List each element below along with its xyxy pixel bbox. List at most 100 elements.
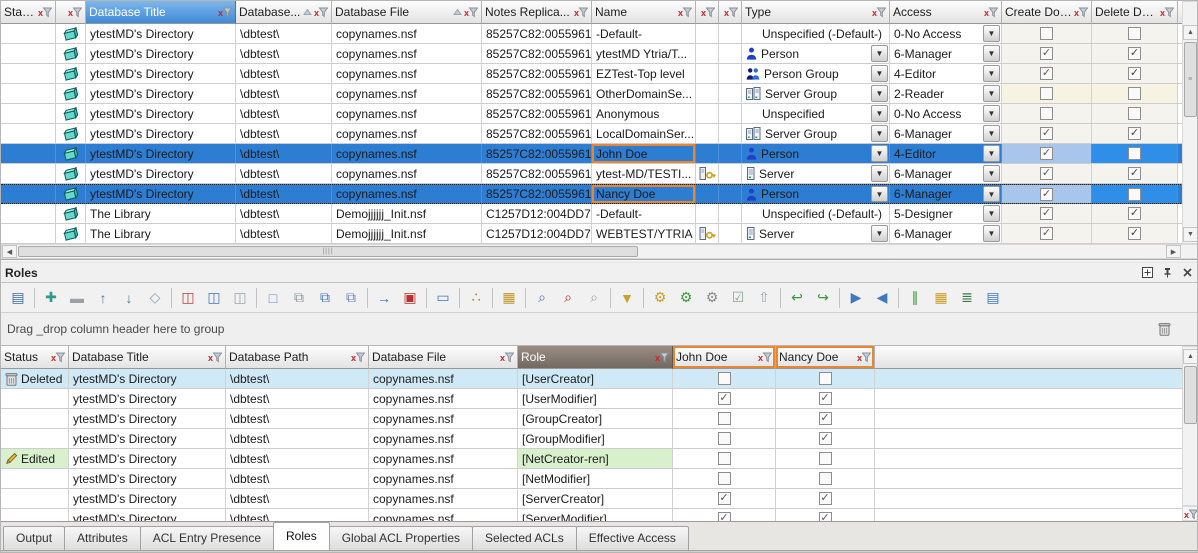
roles-header-status[interactable]: Statusx [1, 346, 69, 369]
table-row[interactable]: EditedytestMD's Directory\dbtest\copynam… [1, 449, 1183, 469]
table-row[interactable]: ytestMD's Directory\dbtest\copynames.nsf… [1, 389, 1183, 409]
columns-green-icon[interactable]: ∥ [902, 285, 928, 311]
table-row[interactable]: ytestMD's Directory\dbtest\copynames.nsf… [1, 24, 1183, 44]
copy-special-icon[interactable]: ⧉ [338, 285, 364, 311]
create-doc-checkbox[interactable] [1040, 107, 1053, 120]
servers-icon[interactable]: ≣ [954, 285, 980, 311]
table-row[interactable]: ytestMD's Directory\dbtest\copynames.nsf… [1, 164, 1183, 184]
top-header-notes-replica-[interactable]: Notes Replica...x [482, 1, 592, 24]
expand-pane-icon[interactable] [1139, 266, 1155, 280]
delete-doc-checkbox[interactable]: ✓ [1128, 67, 1141, 80]
create-doc-checkbox[interactable] [1040, 27, 1053, 40]
add-row-icon[interactable]: ✚ [38, 285, 64, 311]
hide-column-icon[interactable]: ◫ [227, 285, 253, 311]
select-children-icon[interactable]: ↓ [116, 285, 142, 311]
john-doe-role-checkbox[interactable] [718, 452, 731, 465]
create-doc-checkbox[interactable]: ✓ [1040, 227, 1053, 240]
tab-roles[interactable]: Roles [273, 522, 330, 550]
john-doe-role-checkbox[interactable] [718, 472, 731, 485]
tab-output[interactable]: Output [3, 526, 65, 550]
console-icon[interactable]: ▤ [980, 285, 1006, 311]
roles-grid-vscrollbar[interactable]: ▲ [1182, 346, 1198, 506]
access-dropdown[interactable]: ▼ [983, 105, 1000, 122]
table-row[interactable]: ytestMD's Directory\dbtest\copynames.nsf… [1, 144, 1183, 164]
select-free-icon[interactable]: ◇ [142, 285, 168, 311]
delete-doc-checkbox[interactable] [1128, 27, 1141, 40]
access-dropdown[interactable]: ▼ [983, 65, 1000, 82]
gear-file-icon[interactable]: ⚙ [699, 285, 725, 311]
delete-doc-checkbox[interactable] [1128, 87, 1141, 100]
nancy-doe-role-checkbox[interactable] [819, 472, 832, 485]
hierarchy-icon[interactable]: ∴ [463, 285, 489, 311]
scroll-down-arrow[interactable]: ▼ [1183, 227, 1198, 242]
report-icon[interactable]: ▤ [5, 285, 31, 311]
screen-prev-icon[interactable]: ◀ [869, 285, 895, 311]
access-dropdown[interactable]: ▼ [983, 125, 1000, 142]
create-doc-checkbox[interactable]: ✓ [1040, 207, 1053, 220]
table-row[interactable]: DeletedytestMD's Directory\dbtest\copyna… [1, 369, 1183, 389]
select-parents-icon[interactable]: ↑ [90, 285, 116, 311]
table-row[interactable]: ytestMD's Directory\dbtest\copynames.nsf… [1, 104, 1183, 124]
type-dropdown[interactable]: ▼ [871, 145, 888, 162]
create-doc-checkbox[interactable] [1040, 87, 1053, 100]
select-region-icon[interactable]: □ [260, 285, 286, 311]
groupby-bar[interactable]: Drag _drop column header here to group [1, 313, 1198, 346]
create-doc-checkbox[interactable]: ✓ [1040, 147, 1053, 160]
john-doe-role-checkbox[interactable] [718, 412, 731, 425]
john-doe-role-checkbox[interactable]: ✓ [718, 512, 731, 521]
delete-doc-checkbox[interactable]: ✓ [1128, 227, 1141, 240]
nav-back-window-icon[interactable]: ↪ [810, 285, 836, 311]
tab-effective-access[interactable]: Effective Access [576, 526, 689, 550]
close-pane-icon[interactable] [1179, 266, 1195, 280]
top-header-status[interactable]: Statusx [1, 1, 56, 24]
access-dropdown[interactable]: ▼ [983, 186, 1000, 202]
table-edit-icon[interactable]: ▦ [928, 285, 954, 311]
roles-header-role[interactable]: Rolex [518, 346, 673, 369]
remove-row-icon[interactable]: ▬ [64, 285, 90, 311]
table-row[interactable]: The Library\dbtest\Demojjjjjj_Init.nsfC1… [1, 204, 1183, 224]
type-dropdown[interactable]: ▼ [871, 85, 888, 102]
top-header-icon[interactable]: x [719, 1, 742, 24]
top-header-name[interactable]: Namex [592, 1, 696, 24]
john-doe-role-checkbox[interactable]: ✓ [718, 392, 731, 405]
roles-header-database-path[interactable]: Database Pathx [226, 346, 369, 369]
tab-acl-entry-presence[interactable]: ACL Entry Presence [140, 526, 274, 550]
tab-attributes[interactable]: Attributes [64, 526, 141, 550]
top-grid-hscrollbar[interactable]: ◀ |||| ▶ [1, 244, 1198, 259]
delete-doc-checkbox[interactable]: ✓ [1128, 167, 1141, 180]
zoom-font-icon[interactable]: ⌕ [555, 285, 581, 311]
access-dropdown[interactable]: ▼ [983, 205, 1000, 222]
john-doe-role-checkbox[interactable] [718, 432, 731, 445]
split-column-icon[interactable]: ◫ [201, 285, 227, 311]
table-row[interactable]: ytestMD's Directory\dbtest\copynames.nsf… [1, 429, 1183, 449]
delete-doc-checkbox[interactable]: ✓ [1128, 207, 1141, 220]
copy-icon[interactable]: ⧉ [286, 285, 312, 311]
sheet-export-icon[interactable]: ⇧ [751, 285, 777, 311]
scroll-right-arrow[interactable]: ▶ [1166, 245, 1181, 258]
type-dropdown[interactable]: ▼ [871, 165, 888, 182]
table-row[interactable]: ytestMD's Directory\dbtest\copynames.nsf… [1, 44, 1183, 64]
type-dropdown[interactable]: ▼ [871, 225, 888, 242]
type-dropdown[interactable]: ▼ [871, 105, 888, 122]
john-doe-role-checkbox[interactable] [718, 372, 731, 385]
type-dropdown[interactable]: ▼ [871, 125, 888, 142]
top-header-database-title[interactable]: Database Titlex [86, 1, 236, 24]
zoom-out-icon[interactable]: ⌕ [581, 285, 607, 311]
access-dropdown[interactable]: ▼ [983, 45, 1000, 62]
top-header-create-doc-[interactable]: Create Doc...x [1002, 1, 1092, 24]
access-dropdown[interactable]: ▼ [983, 25, 1000, 42]
roles-header-nancy-doe[interactable]: Nancy Doex [776, 346, 875, 369]
type-dropdown[interactable]: ▼ [871, 45, 888, 62]
gear-apply-icon[interactable]: ⚙ [673, 285, 699, 311]
delete-doc-checkbox[interactable] [1128, 188, 1141, 201]
roles-header-database-file[interactable]: Database Filex [369, 346, 518, 369]
access-dropdown[interactable]: ▼ [983, 165, 1000, 182]
tab-selected-acls[interactable]: Selected ACLs [472, 526, 577, 550]
type-dropdown[interactable]: ▼ [871, 65, 888, 82]
delete-doc-checkbox[interactable]: ✓ [1128, 127, 1141, 140]
roles-header-john-doe[interactable]: John Doex [673, 346, 776, 369]
table-row[interactable]: ytestMD's Directory\dbtest\copynames.nsf… [1, 124, 1183, 144]
pin-pane-icon[interactable] [1159, 266, 1175, 280]
scrollbar-thumb[interactable] [1184, 366, 1197, 424]
tab-global-acl-properties[interactable]: Global ACL Properties [329, 526, 473, 550]
